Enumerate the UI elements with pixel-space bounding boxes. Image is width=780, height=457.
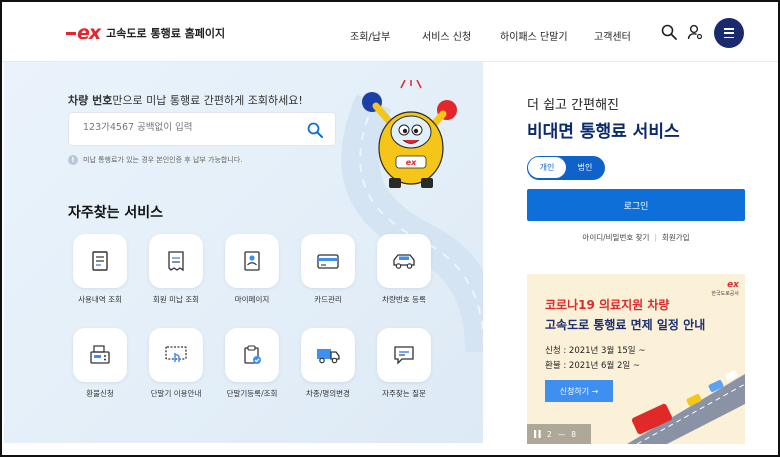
profile-card-icon — [244, 251, 260, 271]
member-type-toggle: 개인 법인 — [527, 156, 605, 180]
banner-logo-caption: 한국도로공사 — [711, 291, 739, 297]
vehicle-search-box — [68, 112, 336, 146]
headline-rest: 만으로 미납 통행료 간편하게 조회하세요! — [112, 94, 303, 107]
credit-card-icon — [317, 254, 339, 269]
service-faq[interactable]: 자주찾는 질문 — [364, 328, 444, 399]
banner-pager: 2 — 8 — [527, 424, 591, 444]
service-icon-box — [301, 328, 355, 382]
user-settings-icon[interactable] — [687, 24, 703, 40]
login-button[interactable]: 로그인 — [527, 189, 745, 221]
service-icon-box — [73, 328, 127, 382]
headline-bold: 차량 번호 — [68, 94, 113, 107]
service-icon-box — [301, 234, 355, 288]
service-label: 회원 미납 조회 — [152, 295, 200, 304]
account-links: 아이디/비밀번호 찾기 | 회원가입 — [527, 232, 745, 243]
highway-illustration — [627, 370, 745, 444]
search-headline: 차량 번호만으로 미납 통행료 간편하게 조회하세요! — [68, 92, 303, 108]
toggle-corporate[interactable]: 법인 — [566, 157, 604, 178]
info-icon: ! — [68, 155, 78, 165]
service-icon-box — [73, 234, 127, 288]
service-vehicle-change[interactable]: 차종/명의변경 — [288, 328, 368, 399]
page-current: 2 — [547, 429, 552, 439]
login-subtitle: 더 쉽고 간편해진 — [527, 98, 619, 113]
link-separator: | — [654, 233, 657, 242]
service-icon-box — [225, 328, 279, 382]
banner-logo: ex 한국도로공사 — [711, 280, 739, 297]
service-label: 자주찾는 질문 — [382, 389, 426, 398]
nav-customer-center[interactable]: 고객센터 — [594, 28, 631, 43]
clipboard-check-icon — [244, 345, 261, 364]
ex-logo-mark: ex — [66, 24, 101, 43]
service-unpaid-lookup[interactable]: 회원 미납 조회 — [136, 234, 216, 305]
promo-banner[interactable]: ex 한국도로공사 코로나19 의료지원 차량 고속도로 통행료 면제 일정 안… — [527, 274, 745, 444]
hamburger-icon — [724, 28, 734, 30]
page-separator: — — [557, 429, 566, 439]
payment-notice: ! 미납 통행료가 있는 경우 본인인증 후 납부 가능합니다. — [68, 155, 242, 165]
service-mypage[interactable]: 마이페이지 — [212, 234, 292, 305]
service-label: 단말기등록/조회 — [226, 389, 278, 398]
car-icon — [393, 254, 415, 269]
chat-bubble-icon — [394, 346, 414, 365]
page-frame: ex 고속도로 통행료 홈페이지 조회/납부 서비스 신청 하이패스 단말기 고… — [0, 0, 780, 457]
search-icon[interactable] — [307, 122, 323, 138]
toggle-personal[interactable]: 개인 — [528, 157, 566, 178]
banner-headline-2: 고속도로 통행료 면제 일정 안내 — [545, 318, 706, 332]
service-icon-box — [377, 328, 431, 382]
signup-link[interactable]: 회원가입 — [662, 233, 690, 242]
truck-icon — [317, 349, 340, 364]
service-label: 차량번호 등록 — [382, 295, 426, 304]
banner-headline-1: 코로나19 의료지원 차량 — [545, 298, 670, 312]
site-logo[interactable]: ex 고속도로 통행료 홈페이지 — [66, 24, 226, 43]
login-panel: 더 쉽고 간편해진 비대면 통행료 서비스 개인 법인 로그인 아이디/비밀번호… — [483, 62, 778, 444]
search-panel: 차량 번호만으로 미납 통행료 간편하게 조회하세요! ! 미납 통행료가 있는… — [4, 62, 494, 443]
service-label: 환불신청 — [86, 389, 114, 398]
header: ex 고속도로 통행료 홈페이지 조회/납부 서비스 신청 하이패스 단말기 고… — [2, 2, 778, 62]
pause-icon[interactable] — [534, 430, 541, 438]
banner-logo-mark: ex — [727, 280, 739, 290]
service-icon-box — [225, 234, 279, 288]
search-icon[interactable] — [661, 24, 677, 40]
page-total: 8 — [571, 429, 577, 439]
nav-lookup-pay[interactable]: 조회/납부 — [350, 28, 390, 43]
site-name: 고속도로 통행료 홈페이지 — [106, 27, 226, 40]
mascot-ex-mark: ex — [406, 158, 417, 167]
frequent-services-title: 자주찾는 서비스 — [68, 205, 164, 221]
login-title: 비대면 통행료 서비스 — [527, 122, 680, 142]
service-label: 차종/명의변경 — [306, 389, 350, 398]
service-terminal-register[interactable]: 단말기등록/조회 — [212, 328, 292, 399]
banner-refund-date: 환불 : 2021년 6월 2일 ~ — [545, 361, 641, 371]
vehicle-number-input[interactable] — [83, 122, 303, 133]
notice-text: 미납 통행료가 있는 경우 본인인증 후 납부 가능합니다. — [83, 156, 243, 164]
service-usage-history[interactable]: 사용내역 조회 — [60, 234, 140, 305]
fax-icon — [90, 345, 110, 364]
nav-service-apply[interactable]: 서비스 신청 — [422, 28, 471, 43]
service-icon-box — [377, 234, 431, 288]
service-icon-box — [149, 328, 203, 382]
service-label: 카드관리 — [314, 295, 342, 304]
document-list-icon — [92, 251, 108, 271]
banner-apply-date: 신청 : 2021년 3월 15일 ~ — [545, 346, 646, 356]
service-label: 단말기 이용안내 — [150, 389, 202, 398]
service-label: 사용내역 조회 — [78, 295, 122, 304]
hamburger-line — [724, 32, 734, 34]
service-terminal-guide[interactable]: 단말기 이용안내 — [136, 328, 216, 399]
mascot-illustration: ex — [362, 80, 457, 188]
find-id-password-link[interactable]: 아이디/비밀번호 찾기 — [582, 233, 649, 242]
service-card-management[interactable]: 카드관리 — [288, 234, 368, 305]
service-vehicle-register[interactable]: 차량번호 등록 — [364, 234, 444, 305]
service-refund[interactable]: 환불신청 — [60, 328, 140, 399]
menu-button[interactable] — [714, 18, 744, 48]
service-icon-box — [149, 234, 203, 288]
receipt-icon — [168, 251, 184, 272]
hamburger-line — [724, 36, 734, 39]
touch-terminal-icon — [165, 346, 187, 362]
nav-hipass-terminal[interactable]: 하이패스 단말기 — [500, 28, 568, 43]
service-label: 마이페이지 — [234, 295, 270, 304]
apply-button[interactable]: 신청하기 → — [545, 380, 613, 402]
